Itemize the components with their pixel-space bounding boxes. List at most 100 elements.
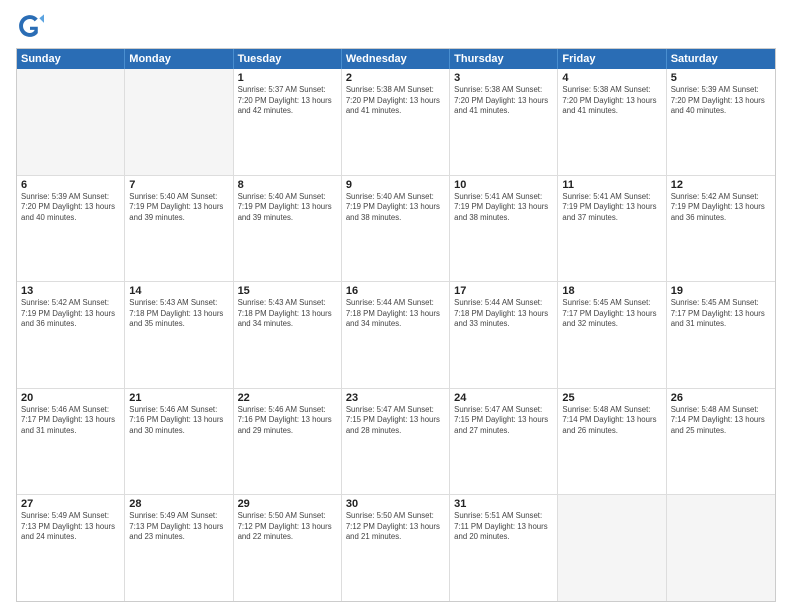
day-number: 18 bbox=[562, 285, 661, 297]
day-number: 5 bbox=[671, 72, 771, 84]
page: SundayMondayTuesdayWednesdayThursdayFrid… bbox=[0, 0, 792, 612]
calendar-cell: 15Sunrise: 5:43 AM Sunset: 7:18 PM Dayli… bbox=[234, 282, 342, 388]
calendar-row: 1Sunrise: 5:37 AM Sunset: 7:20 PM Daylig… bbox=[17, 69, 775, 175]
calendar-cell: 19Sunrise: 5:45 AM Sunset: 7:17 PM Dayli… bbox=[667, 282, 775, 388]
day-number: 29 bbox=[238, 498, 337, 510]
header bbox=[16, 12, 776, 40]
calendar-cell bbox=[667, 495, 775, 601]
day-info: Sunrise: 5:43 AM Sunset: 7:18 PM Dayligh… bbox=[238, 298, 337, 330]
calendar-cell: 13Sunrise: 5:42 AM Sunset: 7:19 PM Dayli… bbox=[17, 282, 125, 388]
day-number: 4 bbox=[562, 72, 661, 84]
calendar-header: SundayMondayTuesdayWednesdayThursdayFrid… bbox=[17, 49, 775, 69]
calendar-cell: 7Sunrise: 5:40 AM Sunset: 7:19 PM Daylig… bbox=[125, 176, 233, 282]
calendar-cell: 25Sunrise: 5:48 AM Sunset: 7:14 PM Dayli… bbox=[558, 389, 666, 495]
day-number: 21 bbox=[129, 392, 228, 404]
day-info: Sunrise: 5:43 AM Sunset: 7:18 PM Dayligh… bbox=[129, 298, 228, 330]
day-number: 22 bbox=[238, 392, 337, 404]
calendar-cell bbox=[17, 69, 125, 175]
day-number: 11 bbox=[562, 179, 661, 191]
calendar-body: 1Sunrise: 5:37 AM Sunset: 7:20 PM Daylig… bbox=[17, 69, 775, 601]
day-info: Sunrise: 5:44 AM Sunset: 7:18 PM Dayligh… bbox=[346, 298, 445, 330]
day-info: Sunrise: 5:38 AM Sunset: 7:20 PM Dayligh… bbox=[346, 85, 445, 117]
calendar-cell bbox=[558, 495, 666, 601]
calendar-cell: 23Sunrise: 5:47 AM Sunset: 7:15 PM Dayli… bbox=[342, 389, 450, 495]
calendar-row: 6Sunrise: 5:39 AM Sunset: 7:20 PM Daylig… bbox=[17, 175, 775, 282]
calendar-cell: 10Sunrise: 5:41 AM Sunset: 7:19 PM Dayli… bbox=[450, 176, 558, 282]
logo-icon bbox=[16, 12, 44, 40]
day-number: 15 bbox=[238, 285, 337, 297]
day-info: Sunrise: 5:45 AM Sunset: 7:17 PM Dayligh… bbox=[562, 298, 661, 330]
calendar-row: 27Sunrise: 5:49 AM Sunset: 7:13 PM Dayli… bbox=[17, 494, 775, 601]
day-number: 2 bbox=[346, 72, 445, 84]
day-number: 6 bbox=[21, 179, 120, 191]
day-info: Sunrise: 5:47 AM Sunset: 7:15 PM Dayligh… bbox=[346, 405, 445, 437]
day-number: 14 bbox=[129, 285, 228, 297]
day-info: Sunrise: 5:45 AM Sunset: 7:17 PM Dayligh… bbox=[671, 298, 771, 330]
day-number: 12 bbox=[671, 179, 771, 191]
day-info: Sunrise: 5:41 AM Sunset: 7:19 PM Dayligh… bbox=[562, 192, 661, 224]
calendar-row: 13Sunrise: 5:42 AM Sunset: 7:19 PM Dayli… bbox=[17, 281, 775, 388]
calendar-cell: 6Sunrise: 5:39 AM Sunset: 7:20 PM Daylig… bbox=[17, 176, 125, 282]
calendar-cell: 28Sunrise: 5:49 AM Sunset: 7:13 PM Dayli… bbox=[125, 495, 233, 601]
day-number: 1 bbox=[238, 72, 337, 84]
calendar-header-cell: Sunday bbox=[17, 49, 125, 69]
day-info: Sunrise: 5:37 AM Sunset: 7:20 PM Dayligh… bbox=[238, 85, 337, 117]
day-number: 23 bbox=[346, 392, 445, 404]
day-info: Sunrise: 5:40 AM Sunset: 7:19 PM Dayligh… bbox=[129, 192, 228, 224]
day-number: 13 bbox=[21, 285, 120, 297]
calendar-cell: 17Sunrise: 5:44 AM Sunset: 7:18 PM Dayli… bbox=[450, 282, 558, 388]
calendar-cell: 14Sunrise: 5:43 AM Sunset: 7:18 PM Dayli… bbox=[125, 282, 233, 388]
calendar-cell: 3Sunrise: 5:38 AM Sunset: 7:20 PM Daylig… bbox=[450, 69, 558, 175]
calendar-cell: 12Sunrise: 5:42 AM Sunset: 7:19 PM Dayli… bbox=[667, 176, 775, 282]
day-info: Sunrise: 5:39 AM Sunset: 7:20 PM Dayligh… bbox=[21, 192, 120, 224]
calendar-cell: 9Sunrise: 5:40 AM Sunset: 7:19 PM Daylig… bbox=[342, 176, 450, 282]
day-info: Sunrise: 5:46 AM Sunset: 7:17 PM Dayligh… bbox=[21, 405, 120, 437]
calendar-header-cell: Wednesday bbox=[342, 49, 450, 69]
day-info: Sunrise: 5:48 AM Sunset: 7:14 PM Dayligh… bbox=[671, 405, 771, 437]
day-number: 30 bbox=[346, 498, 445, 510]
calendar-cell: 29Sunrise: 5:50 AM Sunset: 7:12 PM Dayli… bbox=[234, 495, 342, 601]
calendar-cell: 8Sunrise: 5:40 AM Sunset: 7:19 PM Daylig… bbox=[234, 176, 342, 282]
day-number: 27 bbox=[21, 498, 120, 510]
day-number: 8 bbox=[238, 179, 337, 191]
calendar-cell: 4Sunrise: 5:38 AM Sunset: 7:20 PM Daylig… bbox=[558, 69, 666, 175]
day-number: 9 bbox=[346, 179, 445, 191]
day-number: 16 bbox=[346, 285, 445, 297]
calendar-cell: 31Sunrise: 5:51 AM Sunset: 7:11 PM Dayli… bbox=[450, 495, 558, 601]
day-info: Sunrise: 5:46 AM Sunset: 7:16 PM Dayligh… bbox=[129, 405, 228, 437]
calendar-cell bbox=[125, 69, 233, 175]
calendar: SundayMondayTuesdayWednesdayThursdayFrid… bbox=[16, 48, 776, 602]
day-number: 10 bbox=[454, 179, 553, 191]
day-info: Sunrise: 5:39 AM Sunset: 7:20 PM Dayligh… bbox=[671, 85, 771, 117]
day-info: Sunrise: 5:46 AM Sunset: 7:16 PM Dayligh… bbox=[238, 405, 337, 437]
calendar-header-cell: Tuesday bbox=[234, 49, 342, 69]
calendar-cell: 16Sunrise: 5:44 AM Sunset: 7:18 PM Dayli… bbox=[342, 282, 450, 388]
day-info: Sunrise: 5:40 AM Sunset: 7:19 PM Dayligh… bbox=[238, 192, 337, 224]
calendar-cell: 21Sunrise: 5:46 AM Sunset: 7:16 PM Dayli… bbox=[125, 389, 233, 495]
day-number: 28 bbox=[129, 498, 228, 510]
calendar-cell: 30Sunrise: 5:50 AM Sunset: 7:12 PM Dayli… bbox=[342, 495, 450, 601]
calendar-cell: 27Sunrise: 5:49 AM Sunset: 7:13 PM Dayli… bbox=[17, 495, 125, 601]
calendar-cell: 11Sunrise: 5:41 AM Sunset: 7:19 PM Dayli… bbox=[558, 176, 666, 282]
calendar-row: 20Sunrise: 5:46 AM Sunset: 7:17 PM Dayli… bbox=[17, 388, 775, 495]
day-info: Sunrise: 5:50 AM Sunset: 7:12 PM Dayligh… bbox=[346, 511, 445, 543]
calendar-cell: 24Sunrise: 5:47 AM Sunset: 7:15 PM Dayli… bbox=[450, 389, 558, 495]
day-info: Sunrise: 5:51 AM Sunset: 7:11 PM Dayligh… bbox=[454, 511, 553, 543]
day-info: Sunrise: 5:42 AM Sunset: 7:19 PM Dayligh… bbox=[671, 192, 771, 224]
day-info: Sunrise: 5:38 AM Sunset: 7:20 PM Dayligh… bbox=[454, 85, 553, 117]
logo bbox=[16, 12, 46, 40]
day-info: Sunrise: 5:38 AM Sunset: 7:20 PM Dayligh… bbox=[562, 85, 661, 117]
day-number: 24 bbox=[454, 392, 553, 404]
calendar-cell: 20Sunrise: 5:46 AM Sunset: 7:17 PM Dayli… bbox=[17, 389, 125, 495]
calendar-cell: 1Sunrise: 5:37 AM Sunset: 7:20 PM Daylig… bbox=[234, 69, 342, 175]
day-number: 7 bbox=[129, 179, 228, 191]
calendar-cell: 26Sunrise: 5:48 AM Sunset: 7:14 PM Dayli… bbox=[667, 389, 775, 495]
day-info: Sunrise: 5:42 AM Sunset: 7:19 PM Dayligh… bbox=[21, 298, 120, 330]
calendar-header-cell: Monday bbox=[125, 49, 233, 69]
day-number: 25 bbox=[562, 392, 661, 404]
day-info: Sunrise: 5:44 AM Sunset: 7:18 PM Dayligh… bbox=[454, 298, 553, 330]
day-number: 20 bbox=[21, 392, 120, 404]
day-info: Sunrise: 5:49 AM Sunset: 7:13 PM Dayligh… bbox=[21, 511, 120, 543]
day-number: 17 bbox=[454, 285, 553, 297]
day-info: Sunrise: 5:47 AM Sunset: 7:15 PM Dayligh… bbox=[454, 405, 553, 437]
